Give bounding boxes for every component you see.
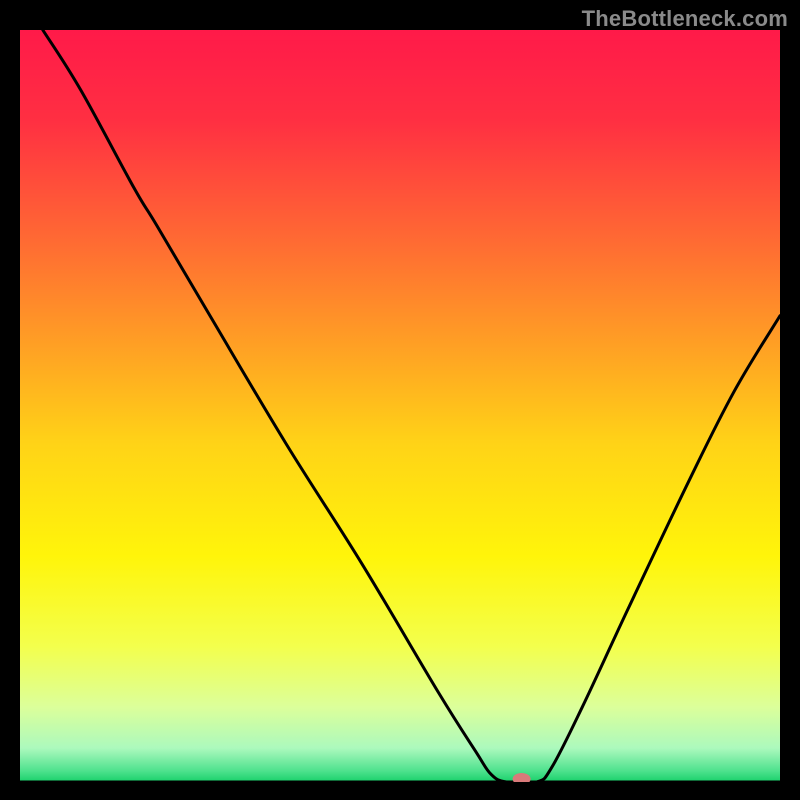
chart-container: TheBottleneck.com — [0, 0, 800, 800]
watermark-text: TheBottleneck.com — [582, 6, 788, 32]
chart-plot — [20, 30, 780, 782]
bottleneck-chart — [20, 30, 780, 782]
gradient-background — [20, 30, 780, 782]
